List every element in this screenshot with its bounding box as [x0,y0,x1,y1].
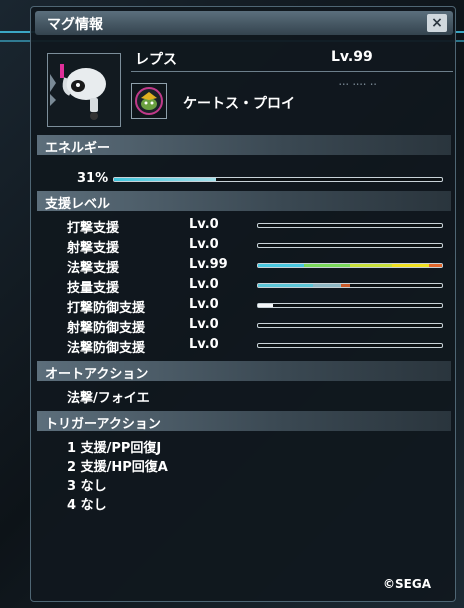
auto-action-value: 法撃/フォイエ [67,391,150,406]
support-row-level: Lv.0 [189,317,219,332]
mag-level: Lv.99 [331,49,373,65]
photon-blast-icon-frame [131,83,167,119]
support-row-label: 打撃支援 [67,221,120,236]
energy-header-label: エネルギー [45,141,111,156]
trigger-action-text: なし [80,498,107,513]
trigger-action-item: 2 支援/HP回復A [67,456,168,475]
support-bar-segment [340,284,350,287]
support-row-label: 法撃支援 [67,261,120,276]
support-row-label: 射撃防御支援 [67,321,146,336]
photon-blast-name: ケートス・プロイ [183,96,295,112]
support-row-bar [257,243,443,248]
support-row-level: Lv.0 [189,277,219,292]
support-row-bar [257,223,443,228]
trigger-action-text: 支援/HP回復A [80,460,168,475]
trigger-action-item: 4 なし [67,494,107,513]
trigger-action-number: 2 [67,460,81,475]
support-row-label: 射撃支援 [67,241,120,256]
support-row-label: 技量支援 [67,281,120,296]
support-bar-segment [429,264,442,267]
support-row-level: Lv.99 [189,257,228,272]
support-row-label: 打撃防御支援 [67,301,146,316]
support-header-label: 支援レベル [45,197,111,212]
support-row-level: Lv.0 [189,297,219,312]
trigger-action-section-header: トリガーアクション [37,411,451,432]
energy-percent: 31% [77,171,109,186]
support-row-level: Lv.0 [189,337,219,352]
auto-action-section-header: オートアクション [37,361,451,382]
energy-section-header: エネルギー [37,135,451,156]
close-button[interactable]: × [427,14,447,32]
trigger-action-number: 3 [67,479,81,494]
support-row-level: Lv.0 [189,217,219,232]
support-bar-segment [350,264,393,267]
trigger-action-item: 1 支援/PP回復J [67,437,161,456]
support-bar-segment [258,304,273,307]
energy-bar-fill [114,178,216,181]
trigger-action-header-label: トリガーアクション [45,417,161,432]
support-row-bar [257,263,443,268]
title-bar[interactable]: マグ情報 × [35,11,453,35]
trigger-action-text: なし [80,479,107,494]
support-row-bar [257,343,443,348]
support-row-level: Lv.0 [189,237,219,252]
mag-info-panel: マグ情報 × レプス Lv.99 ꞏꞏꞏ ꞏꞏꞏꞏ ꞏꞏ ケートス・プロイ エネ… [30,6,456,602]
trigger-action-number: 4 [67,498,81,513]
support-bar-segment [392,264,430,267]
energy-bar [113,177,443,182]
trigger-action-text: 支援/PP回復J [80,441,162,456]
mag-subtext: ꞏꞏꞏ ꞏꞏꞏꞏ ꞏꞏ [339,80,378,89]
trigger-action-number: 1 [67,441,81,456]
name-divider [131,71,453,72]
support-bar-segment [258,284,314,287]
support-row-label: 法撃防御支援 [67,341,146,356]
copyright: ©SEGA [383,577,431,591]
photon-blast-icon [135,87,163,115]
support-bar-segment [313,284,341,287]
window-title: マグ情報 [47,17,103,33]
support-row-bar [257,283,443,288]
support-section-header: 支援レベル [37,191,451,212]
support-row-bar [257,303,443,308]
auto-action-header-label: オートアクション [45,367,149,382]
mag-portrait [47,53,121,127]
support-row-bar [257,323,443,328]
support-bar-segment [304,264,350,267]
mag-name: レプス [135,52,177,68]
support-bar-segment [258,264,304,267]
trigger-action-item: 3 なし [67,475,107,494]
mag-robot-icon [50,64,106,120]
